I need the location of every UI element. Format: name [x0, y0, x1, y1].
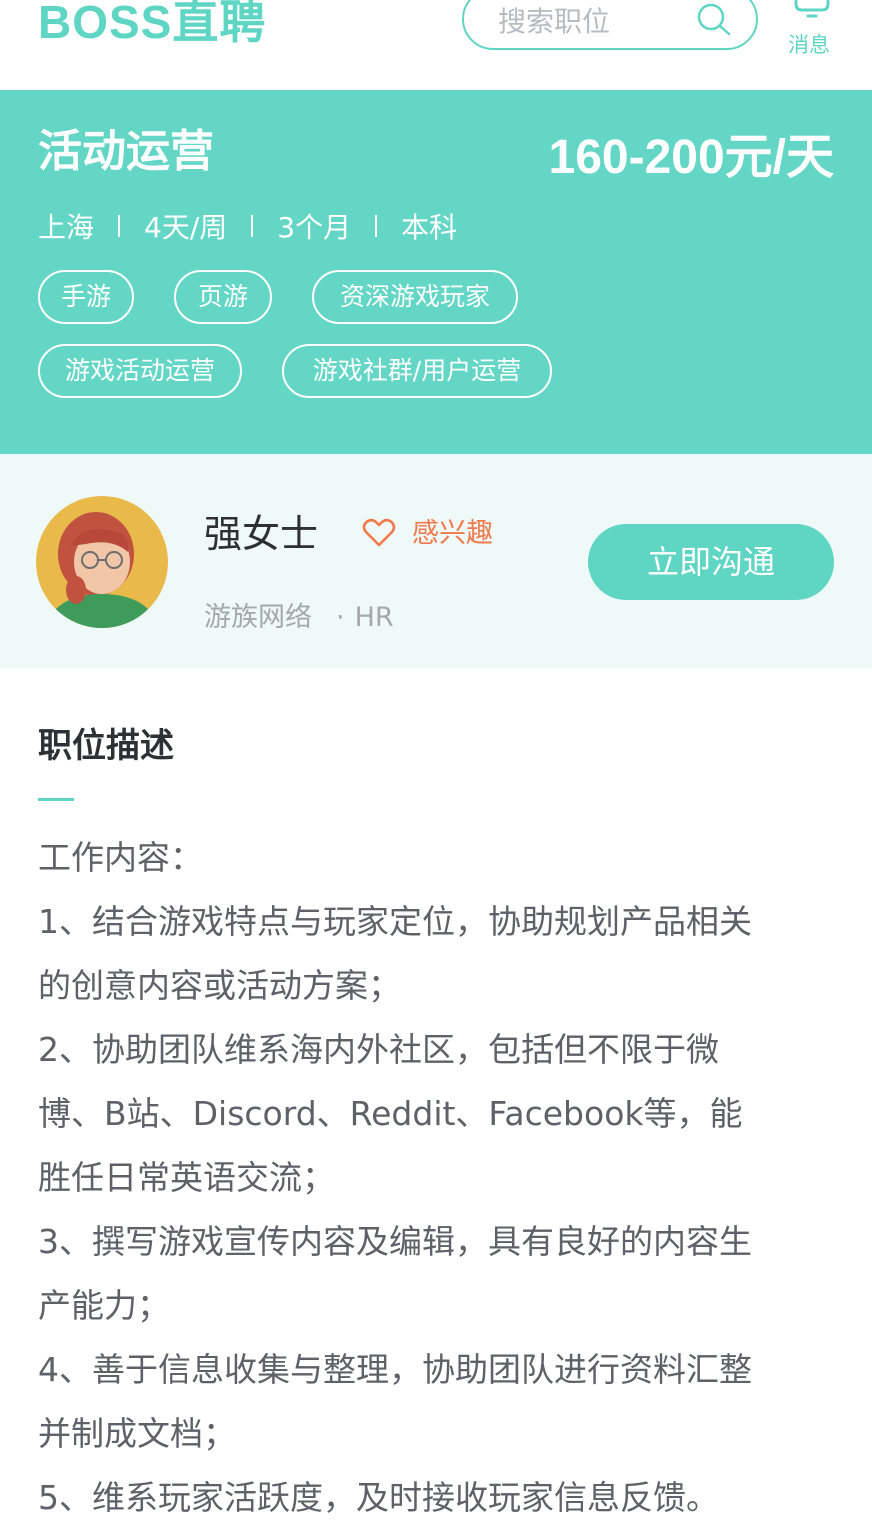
- description-line: 3、撰写游戏宣传内容及编辑，具有良好的内容生: [38, 1222, 752, 1261]
- job-tag: 手游: [38, 270, 134, 324]
- job-tag: 游戏活动运营: [38, 344, 242, 398]
- description-line: 博、B站、Discord、Reddit、Facebook等，能: [38, 1094, 743, 1133]
- dot-separator: ·: [336, 602, 345, 633]
- description-line: 5、维系玩家活跃度，及时接收玩家信息反馈。: [38, 1478, 719, 1517]
- messages-button[interactable]: 消息: [782, 0, 842, 62]
- job-location: 上海: [38, 211, 95, 244]
- job-meta: 上海 4天/周 3个月 本科: [38, 206, 457, 246]
- top-header: BOSS直聘 搜索职位 消息: [0, 0, 872, 90]
- meta-divider: [251, 215, 254, 237]
- search-icon[interactable]: [694, 2, 734, 38]
- boss-logo[interactable]: BOSS直聘: [38, 0, 266, 50]
- search-placeholder: 搜索职位: [498, 5, 611, 38]
- job-duration: 3个月: [277, 211, 352, 244]
- recruiter-company: 游族网络: [204, 602, 312, 633]
- job-title: 活动运营: [38, 126, 214, 177]
- description-line: 的创意内容或活动方案；: [38, 966, 401, 1005]
- description-line: 胜任日常英语交流；: [38, 1158, 335, 1197]
- messages-label: 消息: [788, 33, 830, 57]
- job-tag: 资深游戏玩家: [312, 270, 518, 324]
- job-tag: 游戏社群/用户运营: [282, 344, 552, 398]
- message-icon: [794, 0, 830, 18]
- interest-button[interactable]: 感兴趣: [412, 516, 493, 552]
- description-line: 2、协助团队维系海内外社区，包括但不限于微: [38, 1030, 719, 1069]
- description-line: 4、善于信息收集与整理，协助团队进行资料汇整: [38, 1350, 752, 1389]
- meta-divider: [375, 215, 378, 237]
- description-line: 工作内容：: [38, 838, 203, 877]
- description-line: 产能力；: [38, 1286, 170, 1325]
- heart-icon[interactable]: [362, 518, 396, 548]
- job-education: 本科: [401, 211, 458, 244]
- recruiter-company-line: 游族网络 · HR: [204, 600, 394, 636]
- job-tag: 页游: [174, 270, 272, 324]
- section-underline: [38, 798, 74, 801]
- job-days-per-week: 4天/周: [144, 211, 228, 244]
- recruiter-card: 强女士 感兴趣 游族网络 · HR 立即沟通: [0, 454, 872, 668]
- salary: 160-200元/天: [548, 131, 835, 184]
- description-line: 1、结合游戏特点与玩家定位，协助规划产品相关: [38, 902, 752, 941]
- recruiter-name: 强女士: [204, 512, 319, 556]
- recruiter-role: HR: [354, 602, 394, 633]
- avatar-illustration: [36, 496, 168, 628]
- recruiter-avatar: [36, 496, 168, 628]
- job-banner: 活动运营 160-200元/天 上海 4天/周 3个月 本科 手游 页游 资深游…: [0, 90, 872, 454]
- job-description: 工作内容： 1、结合游戏特点与玩家定位，协助规划产品相关 的创意内容或活动方案；…: [38, 826, 838, 1530]
- section-title: 职位描述: [38, 726, 174, 766]
- search-input[interactable]: 搜索职位: [462, 0, 758, 50]
- description-line: 并制成文档；: [38, 1414, 236, 1453]
- chat-now-button[interactable]: 立即沟通: [588, 524, 834, 600]
- meta-divider: [118, 215, 121, 237]
